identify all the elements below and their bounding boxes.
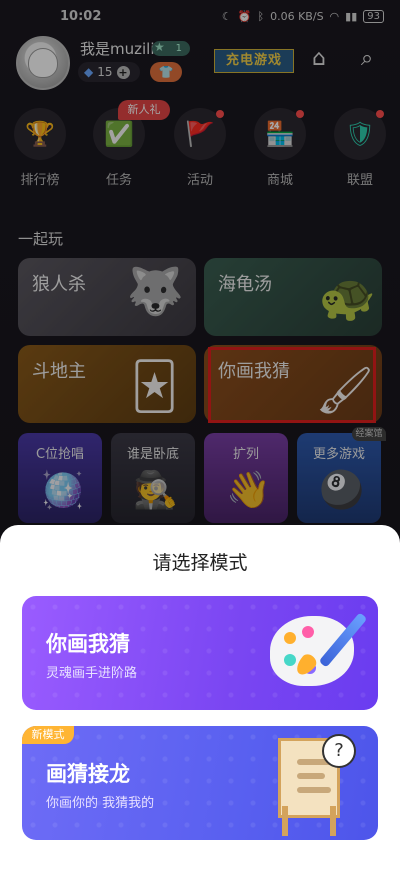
mode-title: 画猜接龙 (46, 762, 130, 786)
sheet-title: 请选择模式 (152, 552, 248, 574)
new-mode-badge: 新模式 (22, 726, 74, 744)
app-screen: 10:02 ☾ ⏰ ᛒ 0.06 KB/S ◠ ▮▮ 93 我是muzili ★… (0, 0, 400, 880)
paint-dot (284, 632, 296, 644)
scribble (297, 787, 331, 793)
thinking-face-icon: ? (322, 734, 356, 768)
mode-subtitle: 灵魂画手进阶路 (46, 666, 138, 681)
mode-relay-button[interactable]: 画猜接龙 你画你的 我猜我的 ? (22, 726, 378, 840)
palette-icon (270, 616, 354, 686)
easel-leg (330, 806, 336, 836)
mode-draw-guess-button[interactable]: 你画我猜 灵魂画手进阶路 (22, 596, 378, 710)
paint-dot (302, 626, 314, 638)
mode-title: 你画我猜 (46, 632, 130, 656)
easel-leg (282, 806, 288, 836)
paint-dot (284, 654, 296, 666)
mode-subtitle: 你画你的 我猜我的 (46, 796, 155, 811)
scribble (297, 773, 325, 779)
